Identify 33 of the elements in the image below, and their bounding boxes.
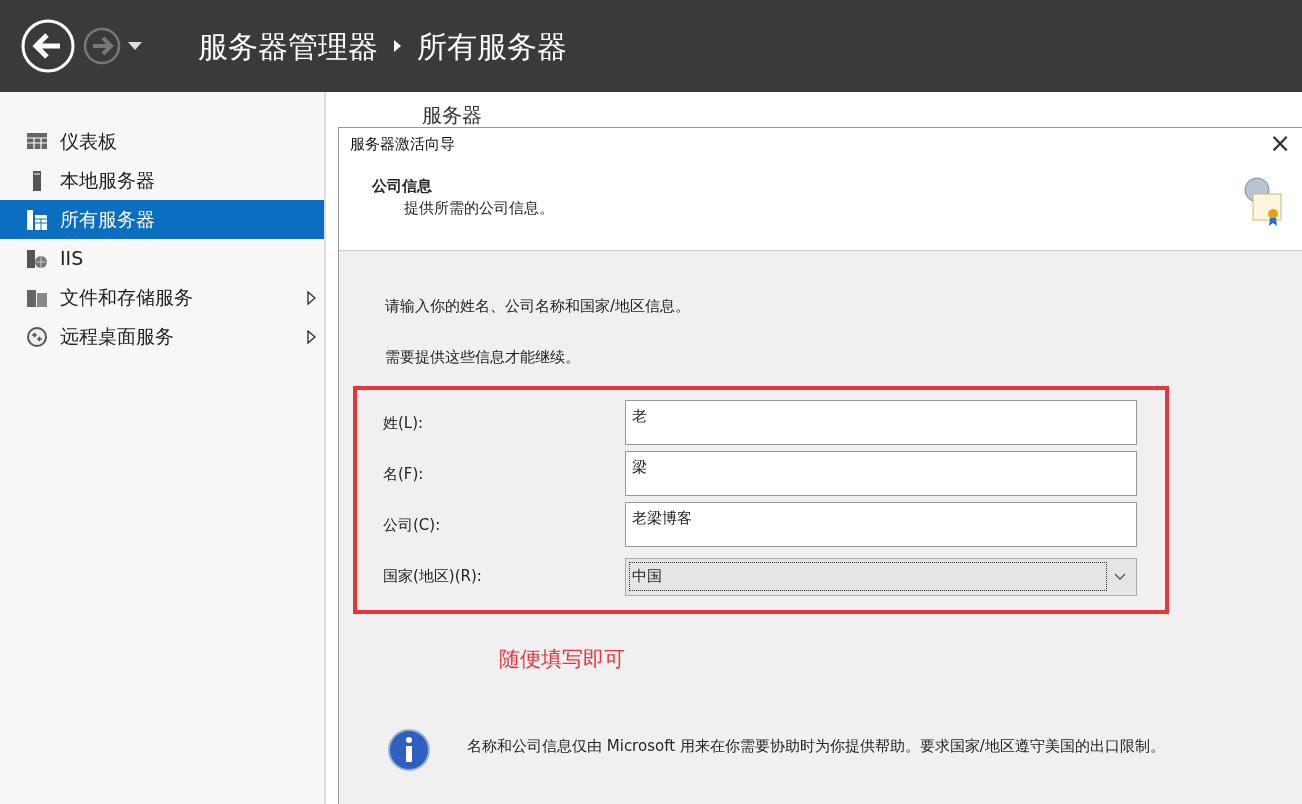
field-label: 公司(C): xyxy=(383,515,442,537)
breadcrumb-item[interactable]: 所有服务器 xyxy=(417,23,567,69)
dialog-title: 服务器激活向导 xyxy=(350,134,455,155)
expand-arrow-icon[interactable] xyxy=(307,329,316,344)
required-note: 需要提供这些信息才能继续。 xyxy=(385,346,581,368)
sidebar-item[interactable]: 所有服务器 xyxy=(0,200,324,239)
breadcrumb-separator-icon xyxy=(394,40,401,52)
sidebar-item[interactable]: 仪表板 xyxy=(0,122,324,161)
server-icon xyxy=(26,208,48,231)
sidebar-item[interactable]: IIS xyxy=(0,239,324,278)
dropdown-icon[interactable] xyxy=(128,42,142,50)
breadcrumb-item[interactable]: 服务器管理器 xyxy=(198,23,378,69)
page-heading: 服务器 xyxy=(422,102,482,129)
field-label: 国家(地区)(R): xyxy=(383,566,483,588)
info-text: 名称和公司信息仅由 Microsoft 用来在你需要协助时为你提供帮助。要求国家/地区遵守美国的出口限制。 xyxy=(467,735,1166,757)
expand-arrow-icon[interactable] xyxy=(307,290,316,305)
close-button[interactable]: × xyxy=(1265,128,1295,158)
sidebar-item[interactable]: 文件和存储服务 xyxy=(0,278,324,317)
sidebar-item[interactable]: 远程桌面服务 xyxy=(0,317,324,356)
text-field[interactable]: 老 xyxy=(625,400,1137,445)
remote-icon xyxy=(26,325,48,348)
section-subtitle: 提供所需的公司信息。 xyxy=(404,198,555,219)
instruction-text: 请输入你的姓名、公司名称和国家/地区信息。 xyxy=(385,296,692,317)
text-field[interactable]: 梁 xyxy=(625,451,1137,496)
section-title: 公司信息 xyxy=(372,175,433,197)
field-label: 名(F): xyxy=(383,464,425,486)
info-icon xyxy=(387,727,431,772)
server-icon xyxy=(26,247,48,270)
annotation-text: 随便填写即可 xyxy=(499,646,626,673)
text-field[interactable]: 老梁博客 xyxy=(625,502,1137,547)
field-label: 姓(L): xyxy=(383,413,425,435)
sidebar-item[interactable]: 本地服务器 xyxy=(0,161,324,200)
country-dropdown[interactable]: 中国 xyxy=(625,557,1137,596)
